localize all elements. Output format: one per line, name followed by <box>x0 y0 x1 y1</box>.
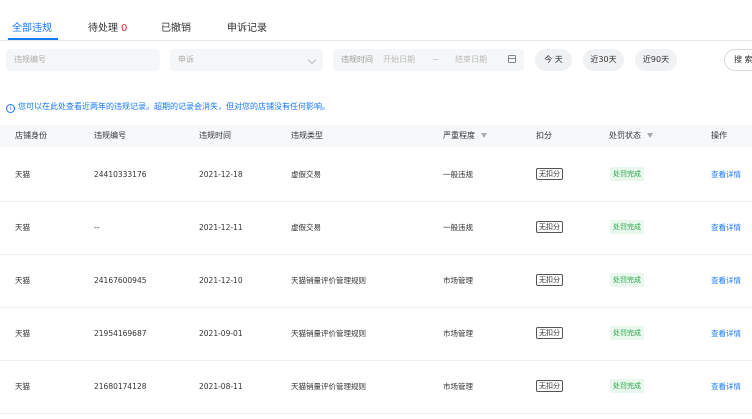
cell-violation-no: 24167600945 <box>94 276 147 285</box>
deduction-tag: 无扣分 <box>536 380 563 392</box>
cell-severity: 市场管理 <box>443 276 473 285</box>
cell-severity: 市场管理 <box>443 382 473 391</box>
violation-no-field[interactable] <box>6 49 160 71</box>
violation-no-input[interactable] <box>14 55 160 64</box>
quick-range-today-button[interactable]: 今 天 <box>535 49 572 71</box>
quick-range-30d-button[interactable]: 近30天 <box>583 49 624 71</box>
view-details-link[interactable]: 查看详情 <box>711 254 741 307</box>
col-penalty-status: 处罚状态 <box>609 125 653 147</box>
col-violation-no: 违规编号 <box>94 131 126 140</box>
end-date-input[interactable]: 结束日期 <box>455 49 487 71</box>
view-details-link[interactable]: 查看详情 <box>711 148 741 201</box>
cell-violation-time: 2021-08-11 <box>199 382 243 391</box>
cell-violation-type: 虚假交易 <box>291 223 321 232</box>
cell-store-identity: 天猫 <box>15 223 30 232</box>
search-button[interactable]: 搜 索 <box>724 49 752 71</box>
quick-range-90d-button[interactable]: 近90天 <box>635 49 677 71</box>
cell-violation-time: 2021-12-10 <box>199 276 243 285</box>
filter-bar: 申诉 违规时间 开始日期 ~ 结束日期 今 天 近30天 近90天 搜 索 <box>0 49 752 73</box>
cell-severity: 一般违规 <box>443 170 473 179</box>
cell-violation-no: -- <box>94 223 100 232</box>
table-row: 天猫 24167600945 2021-12-10 天猫销量评价管理规则 市场管… <box>0 254 752 308</box>
cell-violation-type: 天猫销量评价管理规则 <box>291 382 366 391</box>
view-details-link[interactable]: 查看详情 <box>711 201 741 254</box>
cell-violation-no: 21954169687 <box>94 329 147 338</box>
cell-violation-no: 24410333176 <box>94 170 147 179</box>
col-action: 操作 <box>711 131 727 140</box>
status-badge: 处罚完成 <box>610 220 644 234</box>
cell-severity: 一般违规 <box>443 223 473 232</box>
cell-store-identity: 天猫 <box>15 382 30 391</box>
cell-violation-time: 2021-12-11 <box>199 223 243 232</box>
col-violation-time: 违规时间 <box>199 131 231 140</box>
cell-store-identity: 天猫 <box>15 276 30 285</box>
cell-violation-time: 2021-09-01 <box>199 329 243 338</box>
col-severity-label: 严重程度 <box>443 131 475 140</box>
date-range-picker[interactable]: 违规时间 开始日期 ~ 结束日期 <box>333 49 524 71</box>
view-details-link[interactable]: 查看详情 <box>711 307 741 360</box>
col-penalty-status-label: 处罚状态 <box>609 131 641 140</box>
cell-violation-type: 天猫销量评价管理规则 <box>291 329 366 338</box>
chevron-down-icon <box>307 55 317 65</box>
deduction-tag: 无扣分 <box>536 327 563 339</box>
retention-notice: i 您可以在此处查看近两年的违规记录。超期的记录会消失，但对您的店铺没有任何影响。 <box>6 101 330 113</box>
view-details-link[interactable]: 查看详情 <box>711 360 741 413</box>
calendar-icon[interactable] <box>508 55 516 63</box>
notice-text: 您可以在此处查看近两年的违规记录。超期的记录会消失，但对您的店铺没有任何影响。 <box>18 102 330 111</box>
deduction-tag: 无扣分 <box>536 168 563 180</box>
status-badge: 处罚完成 <box>610 273 644 287</box>
info-icon: i <box>6 104 15 113</box>
table-row: 天猫 24410333176 2021-12-18 虚假交易 一般违规 无扣分 … <box>0 148 752 202</box>
tab-appeal-records[interactable]: 申诉记录 <box>227 19 267 34</box>
appeal-select-value: 申诉 <box>178 55 194 64</box>
deduction-tag: 无扣分 <box>536 274 563 286</box>
tab-all-violations[interactable]: 全部违规 <box>12 19 52 34</box>
table-header: 店铺身份 违规编号 违规时间 违规类型 严重程度 扣分 处罚状态 操作 <box>0 125 752 147</box>
table-row: 天猫 21680174128 2021-08-11 天猫销量评价管理规则 市场管… <box>0 360 752 414</box>
filter-icon[interactable] <box>647 133 653 138</box>
start-date-input[interactable]: 开始日期 <box>383 49 415 71</box>
table-row: 天猫 -- 2021-12-11 虚假交易 一般违规 无扣分 处罚完成 查看详情 <box>0 201 752 255</box>
appeal-select[interactable]: 申诉 <box>170 49 323 71</box>
tab-pending-label: 待处理 <box>88 23 118 34</box>
tab-pending[interactable]: 待处理 0 <box>88 19 127 34</box>
tab-revoked[interactable]: 已撤销 <box>161 19 191 34</box>
cell-violation-no: 21680174128 <box>94 382 147 391</box>
filter-icon[interactable] <box>481 133 487 138</box>
status-badge: 处罚完成 <box>610 167 644 181</box>
col-store-identity: 店铺身份 <box>15 131 47 140</box>
col-severity: 严重程度 <box>443 125 487 147</box>
col-deduction: 扣分 <box>536 131 552 140</box>
active-tab-indicator <box>8 38 58 40</box>
tab-bar: 全部违规 待处理 0 已撤销 申诉记录 <box>0 0 752 41</box>
cell-violation-type: 虚假交易 <box>291 170 321 179</box>
cell-severity: 市场管理 <box>443 329 473 338</box>
status-badge: 处罚完成 <box>610 326 644 340</box>
status-badge: 处罚完成 <box>610 379 644 393</box>
deduction-tag: 无扣分 <box>536 221 563 233</box>
date-separator: ~ <box>432 55 439 64</box>
cell-store-identity: 天猫 <box>15 170 30 179</box>
cell-store-identity: 天猫 <box>15 329 30 338</box>
col-violation-type: 违规类型 <box>291 131 323 140</box>
date-range-label: 违规时间 <box>341 55 373 64</box>
table-row: 天猫 21954169687 2021-09-01 天猫销量评价管理规则 市场管… <box>0 307 752 361</box>
cell-violation-type: 天猫销量评价管理规则 <box>291 276 366 285</box>
pending-count-badge: 0 <box>121 23 128 34</box>
cell-violation-time: 2021-12-18 <box>199 170 243 179</box>
